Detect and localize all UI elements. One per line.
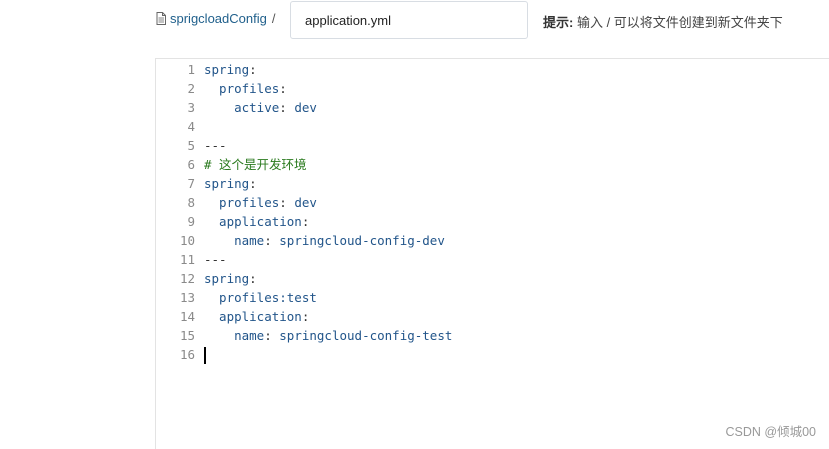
- code-line[interactable]: # 这个是开发环境: [204, 155, 452, 174]
- code-line[interactable]: profiles: dev: [204, 193, 452, 212]
- filename-input[interactable]: [290, 1, 528, 39]
- code-token-key: active: [204, 100, 280, 115]
- line-number: 3: [187, 100, 195, 115]
- code-token-key: name: [204, 233, 265, 248]
- code-line[interactable]: application:: [204, 307, 452, 326]
- code-line[interactable]: spring:: [204, 60, 452, 79]
- line-number-gutter: 1 2 3 4 5 6 7 8 9 10 11 12 13 14 15 16: [156, 59, 198, 364]
- line-number: 7: [187, 176, 195, 191]
- code-line[interactable]: profiles:test: [204, 288, 452, 307]
- breadcrumb-repo-link[interactable]: sprigcloadConfig: [170, 11, 267, 26]
- line-number: 15: [179, 328, 195, 343]
- line-number: 4: [187, 119, 195, 134]
- code-content[interactable]: spring: profiles: active: dev --- # 这个是开发环…: [204, 59, 452, 364]
- code-line[interactable]: [204, 117, 452, 136]
- code-token-plain: :: [249, 62, 257, 77]
- code-editor[interactable]: 1 2 3 4 5 6 7 8 9 10 11 12 13 14 15 16 spring: profiles…: [155, 58, 829, 449]
- line-number: 2: [187, 81, 195, 96]
- breadcrumb: sprigcloadConfig /: [156, 11, 275, 26]
- code-token-plain: :: [301, 309, 310, 324]
- code-token-plain: :: [279, 81, 287, 96]
- code-token-key: profiles:test: [204, 290, 317, 305]
- code-token-comment: # 这个是开发环境: [204, 157, 307, 172]
- code-line[interactable]: ---: [204, 136, 452, 155]
- code-token-plain: :: [249, 271, 257, 286]
- code-line[interactable]: name: springcloud-config-dev: [204, 231, 452, 250]
- line-number: 5: [187, 138, 195, 153]
- code-token-key: profiles: [204, 81, 280, 96]
- code-token-sep: ---: [204, 252, 227, 267]
- line-number: 11: [179, 252, 195, 267]
- code-token-plain: :: [264, 328, 280, 343]
- line-number: 10: [179, 233, 195, 248]
- editor-header: sprigcloadConfig / 提示: 输入 / 可以将文件创建到新文件夹…: [0, 0, 829, 44]
- code-token-val: springcloud-config-test: [279, 328, 453, 343]
- code-token-key: name: [204, 328, 265, 343]
- code-line[interactable]: application:: [204, 212, 452, 231]
- code-token-key: application: [204, 309, 302, 324]
- code-token-plain: :: [301, 214, 310, 229]
- line-number: 1: [187, 62, 195, 77]
- code-token-key: spring: [204, 271, 250, 286]
- hint-text: 输入 / 可以将文件创建到新文件夹下: [573, 15, 783, 30]
- text-cursor: [204, 347, 206, 364]
- code-line[interactable]: profiles:: [204, 79, 452, 98]
- code-token-sep: ---: [204, 138, 227, 153]
- code-line[interactable]: ---: [204, 250, 452, 269]
- line-number: 12: [179, 271, 195, 286]
- line-number: 9: [187, 214, 195, 229]
- code-token-plain: :: [264, 233, 280, 248]
- line-number: 14: [179, 309, 195, 324]
- code-token-key: spring: [204, 176, 250, 191]
- filename-hint: 提示: 输入 / 可以将文件创建到新文件夹下: [543, 12, 783, 31]
- code-token-val: dev: [294, 195, 317, 210]
- file-icon: [156, 12, 166, 25]
- line-number: 13: [179, 290, 195, 305]
- code-token-key: application: [204, 214, 302, 229]
- code-token-plain: :: [249, 176, 257, 191]
- code-token-key: spring: [204, 62, 250, 77]
- line-number: 16: [179, 347, 195, 362]
- code-line[interactable]: [204, 345, 452, 364]
- watermark: CSDN @倾城00: [725, 425, 817, 439]
- line-number: 6: [187, 157, 195, 172]
- code-token-val: dev: [294, 100, 317, 115]
- code-line[interactable]: name: springcloud-config-test: [204, 326, 452, 345]
- code-token-plain: :: [279, 100, 295, 115]
- code-token-val: springcloud-config-dev: [279, 233, 445, 248]
- code-line[interactable]: spring:: [204, 269, 452, 288]
- code-line[interactable]: spring:: [204, 174, 452, 193]
- code-line[interactable]: active: dev: [204, 98, 452, 117]
- code-token-key: profiles: [204, 195, 280, 210]
- breadcrumb-separator: /: [271, 11, 276, 26]
- hint-label: 提示:: [543, 15, 574, 30]
- line-number: 8: [187, 195, 195, 210]
- code-token-plain: :: [279, 195, 295, 210]
